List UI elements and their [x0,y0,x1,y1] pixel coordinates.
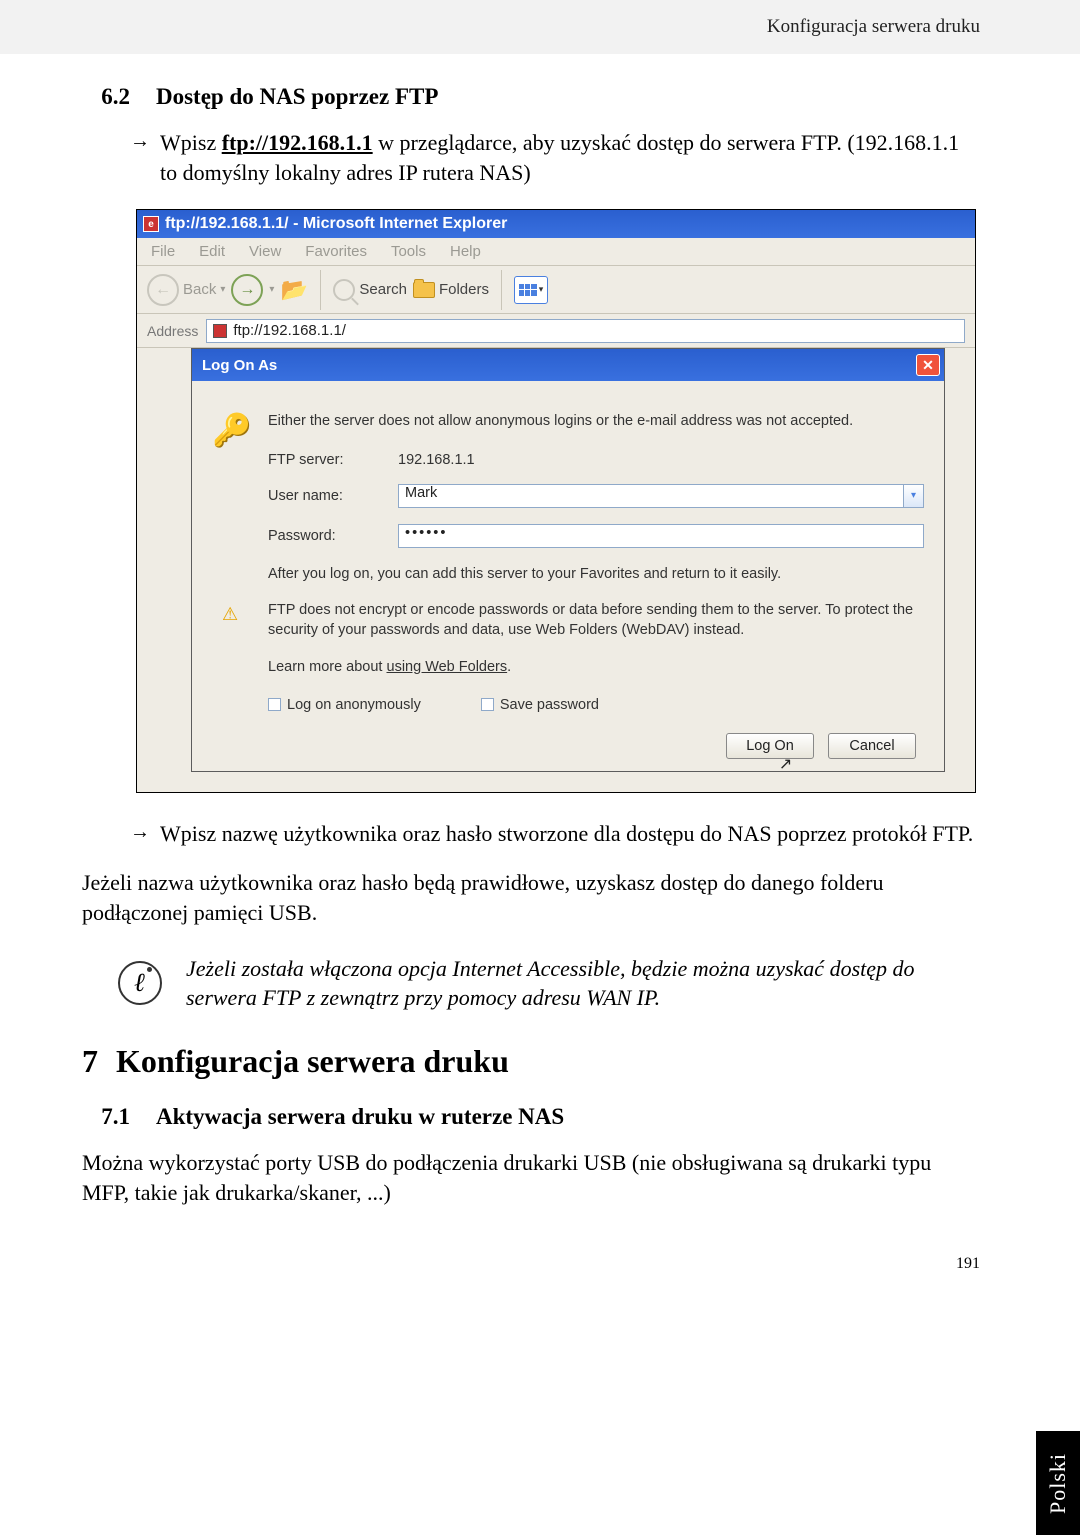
logon-button[interactable]: Log On [726,733,814,759]
note-text: Jeżeli została włączona opcja Internet A… [186,954,980,1013]
running-header: Konfiguracja serwera druku [0,0,1080,54]
heading-num: 6.2 [82,84,130,110]
warning-text: FTP does not encrypt or encode passwords… [268,600,924,641]
language-tab: Polski [1036,1431,1080,1535]
username-chevron-down-icon[interactable]: ▾ [904,484,924,508]
views-button[interactable]: ▾ [514,276,548,304]
paragraph-success: Jeżeli nazwa użytkownika oraz hasło będą… [82,868,980,927]
menu-favorites[interactable]: Favorites [305,243,367,260]
heading-title: Konfiguracja serwera druku [116,1043,509,1080]
username-input[interactable]: Mark [398,484,904,508]
dialog-titlebar: Log On As ✕ [192,349,944,381]
password-label: Password: [268,528,398,544]
folder-up-icon[interactable]: 📂 [280,276,308,304]
ie-window: e ftp://192.168.1.1/ - Microsoft Interne… [136,209,976,792]
paragraph-7-1: Można wykorzystać porty USB do podłączen… [82,1148,980,1207]
chevron-down-icon: ▾ [220,284,225,295]
dialog-message: Either the server does not allow anonymo… [268,411,924,431]
username-label: User name: [268,488,398,504]
save-password-checkbox[interactable]: Save password [481,697,599,713]
menu-view[interactable]: View [249,243,281,260]
menu-help[interactable]: Help [450,243,481,260]
ie-app-icon: e [143,216,159,232]
warning-icon [212,600,252,620]
separator [320,270,321,310]
bullet-text: Wpisz nazwę użytkownika oraz hasło stwor… [160,819,973,849]
running-title: Konfiguracja serwera druku [767,16,980,38]
menu-file[interactable]: File [151,243,175,260]
forward-button[interactable]: → [231,274,263,306]
address-input[interactable]: ftp://192.168.1.1/ [206,319,965,343]
folder-icon [413,282,435,298]
heading-title: Dostęp do NAS poprzez FTP [156,84,438,110]
views-icon [519,284,537,296]
chevron-down-icon: ▾ [539,284,544,295]
heading-7: 7 Konfiguracja serwera druku [82,1043,980,1080]
back-icon: ← [147,274,179,306]
web-folders-link[interactable]: using Web Folders [387,659,508,675]
after-note: After you log on, you can add this serve… [268,564,924,584]
logon-dialog: Log On As ✕ 🔑 Either the server does not… [191,348,945,771]
cancel-button[interactable]: Cancel [828,733,916,759]
page-number: 191 [0,1255,1080,1273]
anonymous-checkbox[interactable]: Log on anonymously [268,697,421,713]
close-button[interactable]: ✕ [916,354,940,376]
bullet-1: → Wpisz ftp://192.168.1.1 w przeglądarce… [130,128,980,187]
address-label: Address [147,323,198,339]
learn-more: Learn more about using Web Folders. [268,659,924,675]
note-icon: ℓ [118,961,162,1005]
bullet-text: Wpisz ftp://192.168.1.1 w przeglądarce, … [160,128,980,187]
callout-note: ℓ Jeżeli została włączona opcja Internet… [118,954,980,1013]
address-value: ftp://192.168.1.1/ [233,322,346,339]
ie-titlebar: e ftp://192.168.1.1/ - Microsoft Interne… [137,210,975,238]
ftp-server-value: 192.168.1.1 [398,452,475,468]
heading-num: 7.1 [82,1104,130,1130]
separator [501,270,502,310]
ie-toolbar: ← Back ▾ → ▾ 📂 Search Folders [137,266,975,314]
checkbox-icon [481,698,494,711]
arrow-icon: → [130,819,150,849]
heading-title: Aktywacja serwera druku w ruterze NAS [156,1104,564,1130]
ie-addressbar: Address ftp://192.168.1.1/ [137,314,975,348]
bullet-2: → Wpisz nazwę użytkownika oraz hasło stw… [130,819,980,849]
ie-title: ftp://192.168.1.1/ - Microsoft Internet … [165,215,507,233]
menu-tools[interactable]: Tools [391,243,426,260]
ftp-server-row: FTP server: 192.168.1.1 [268,452,924,468]
ie-menubar: File Edit View Favorites Tools Help [137,238,975,266]
site-icon [213,324,227,338]
ftp-link[interactable]: ftp://192.168.1.1 [222,130,373,155]
ftp-server-label: FTP server: [268,452,398,468]
heading-6-2: 6.2 Dostęp do NAS poprzez FTP [82,84,980,110]
chevron-down-icon: ▾ [269,284,274,295]
heading-num: 7 [82,1043,98,1080]
search-icon [333,279,355,301]
password-input[interactable]: •••••• [398,524,924,548]
menu-edit[interactable]: Edit [199,243,225,260]
checkbox-icon [268,698,281,711]
arrow-icon: → [130,128,150,187]
back-button[interactable]: ← Back ▾ [147,274,225,306]
heading-7-1: 7.1 Aktywacja serwera druku w ruterze NA… [82,1104,980,1130]
folders-button[interactable]: Folders [413,281,489,298]
password-row: Password: •••••• [268,524,924,548]
dialog-title: Log On As [202,357,277,374]
username-row: User name: Mark ▾ [268,484,924,508]
search-button[interactable]: Search [333,279,407,301]
keys-icon: 🔑 [212,411,252,600]
